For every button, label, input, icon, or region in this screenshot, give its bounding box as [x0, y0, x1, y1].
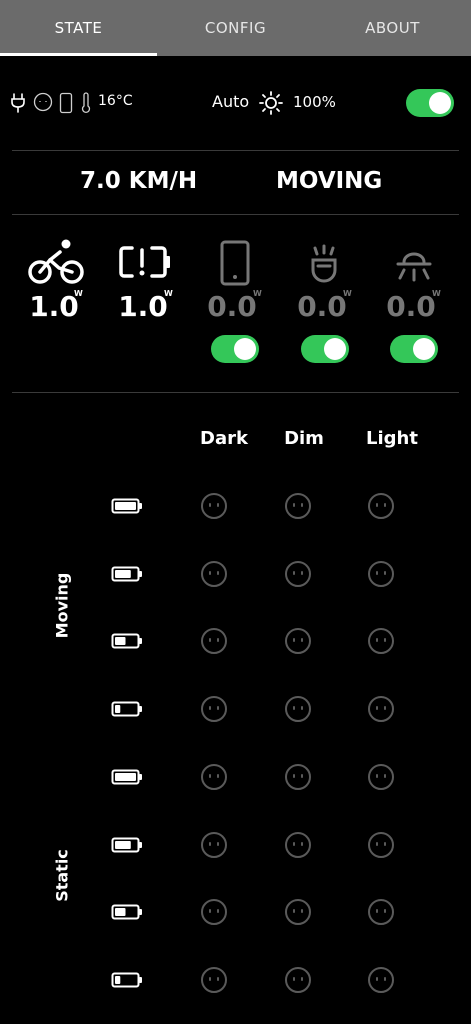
power-unit: W [74, 289, 83, 298]
sun-icon [259, 91, 283, 115]
mode-cell-dark-icon[interactable] [200, 492, 228, 520]
mode-cell-dim-icon[interactable] [284, 898, 312, 926]
toggle-knob [413, 338, 435, 360]
mode-cell-light-icon[interactable] [367, 831, 395, 859]
mode-cell-dim-icon[interactable] [284, 763, 312, 791]
group-label-moving: Moving [52, 572, 72, 639]
battery-alert-icon [119, 246, 170, 278]
battery-level-icon [111, 566, 142, 582]
tab-config[interactable]: CONFIG [157, 0, 314, 56]
tab-about[interactable]: ABOUT [314, 0, 471, 56]
mode-cell-dim-icon[interactable] [284, 831, 312, 859]
column-header-dim: Dim [284, 428, 324, 449]
battery-level-icon [111, 972, 142, 988]
battery-level-icon [111, 769, 142, 785]
phone-icon [59, 92, 73, 114]
front-light-icon [311, 244, 337, 283]
temperature-readout: 16°C [98, 93, 133, 109]
phone-toggle[interactable] [211, 335, 259, 363]
mode-cell-dark-icon[interactable] [200, 763, 228, 791]
power-unit: W [432, 289, 441, 298]
mode-cell-light-icon[interactable] [367, 627, 395, 655]
mode-cell-light-icon[interactable] [367, 898, 395, 926]
divider [12, 150, 459, 151]
group-label-static: Static [52, 849, 72, 902]
toggle-knob [234, 338, 256, 360]
mode-cell-light-icon[interactable] [367, 966, 395, 994]
front-light-toggle[interactable] [301, 335, 349, 363]
divider [12, 214, 459, 215]
mode-cell-dark-icon[interactable] [200, 695, 228, 723]
battery-level-icon [111, 904, 142, 920]
active-tab-indicator [0, 53, 157, 56]
battery-level-icon [111, 633, 142, 649]
mode-cell-light-icon[interactable] [367, 763, 395, 791]
thermometer-icon [81, 92, 91, 114]
power-unit: W [164, 289, 173, 298]
mode-cell-dark-icon[interactable] [200, 898, 228, 926]
mode-cell-dark-icon[interactable] [200, 831, 228, 859]
tab-state[interactable]: STATE [0, 0, 157, 56]
toggle-knob [324, 338, 346, 360]
mode-cell-light-icon[interactable] [367, 695, 395, 723]
rear-light-toggle[interactable] [390, 335, 438, 363]
battery-level-icon [111, 701, 142, 717]
tab-bar: STATE CONFIG ABOUT [0, 0, 471, 56]
mode-cell-light-icon[interactable] [367, 492, 395, 520]
auto-toggle[interactable] [406, 89, 454, 117]
mode-cell-dim-icon[interactable] [284, 695, 312, 723]
power-plug-icon [11, 93, 25, 113]
sensor-face-icon [33, 92, 53, 112]
brightness-percent: 100% [293, 93, 336, 111]
mode-cell-dim-icon[interactable] [284, 492, 312, 520]
toggle-knob [429, 92, 451, 114]
auto-brightness-label: Auto [212, 92, 250, 111]
speed-readout: 7.0 KM/H [80, 168, 198, 194]
column-header-light: Light [366, 428, 418, 449]
battery-level-icon [111, 837, 142, 853]
power-unit: W [253, 289, 262, 298]
mode-cell-dark-icon[interactable] [200, 560, 228, 588]
mode-cell-dark-icon[interactable] [200, 966, 228, 994]
bicycle-icon [28, 239, 84, 284]
rear-light-icon [396, 252, 432, 282]
battery-level-icon [111, 498, 142, 514]
mode-cell-dim-icon[interactable] [284, 560, 312, 588]
divider [12, 392, 459, 393]
status-row: 16°C Auto 100% [0, 80, 471, 126]
mode-cell-dark-icon[interactable] [200, 627, 228, 655]
mode-cell-dim-icon[interactable] [284, 966, 312, 994]
mode-cell-dim-icon[interactable] [284, 627, 312, 655]
motion-state: MOVING [276, 168, 383, 194]
mode-cell-light-icon[interactable] [367, 560, 395, 588]
phone-icon [220, 240, 250, 286]
column-header-dark: Dark [200, 428, 248, 449]
power-unit: W [343, 289, 352, 298]
